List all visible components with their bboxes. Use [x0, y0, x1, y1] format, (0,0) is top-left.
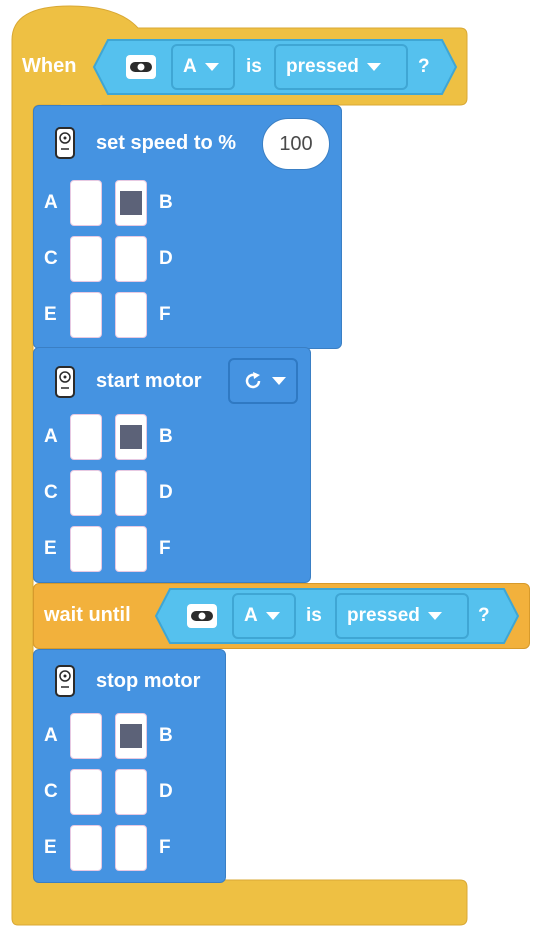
port-e-toggle[interactable]: [70, 526, 102, 572]
event-is-label: is: [246, 56, 262, 77]
port-a-toggle[interactable]: [70, 180, 102, 226]
port-label-f: F: [159, 304, 171, 325]
when-label: When: [22, 55, 77, 77]
port-label-e: E: [44, 304, 57, 325]
clockwise-arrow-icon: [245, 372, 261, 389]
motor-remote-icon: [55, 665, 75, 697]
event-question-mark: ?: [418, 56, 430, 77]
wait-state-dropdown[interactable]: pressed: [335, 593, 469, 639]
port-label-c: C: [44, 781, 58, 802]
port-label-d: D: [159, 248, 173, 269]
port-a-toggle[interactable]: [70, 414, 102, 460]
port-label-c: C: [44, 482, 58, 503]
port-label-d: D: [159, 781, 173, 802]
wait-port-dropdown[interactable]: A: [232, 593, 296, 639]
port-label-b: B: [159, 725, 173, 746]
port-label-c: C: [44, 248, 58, 269]
port-e-toggle[interactable]: [70, 825, 102, 871]
port-b-toggle[interactable]: [115, 414, 147, 460]
wait-until-label: wait until: [44, 604, 131, 626]
stop-motor-label: stop motor: [96, 670, 201, 692]
port-label-e: E: [44, 538, 57, 559]
chevron-down-icon: [204, 63, 219, 71]
port-label-f: F: [159, 837, 171, 858]
port-d-toggle[interactable]: [115, 769, 147, 815]
wait-port-value: A: [244, 605, 258, 626]
event-port-dropdown[interactable]: A: [171, 44, 235, 90]
port-c-toggle[interactable]: [70, 470, 102, 516]
port-a-toggle[interactable]: [70, 713, 102, 759]
wait-state-value: pressed: [347, 605, 420, 626]
port-label-b: B: [159, 192, 173, 213]
port-label-e: E: [44, 837, 57, 858]
event-port-value: A: [183, 56, 197, 77]
start-motor-label: start motor: [96, 370, 202, 392]
port-e-toggle[interactable]: [70, 292, 102, 338]
port-b-toggle[interactable]: [115, 713, 147, 759]
port-label-b: B: [159, 426, 173, 447]
motor-remote-icon: [55, 366, 75, 398]
hub-button-icon: [126, 55, 156, 79]
direction-dropdown[interactable]: [228, 358, 298, 404]
port-label-d: D: [159, 482, 173, 503]
port-label-f: F: [159, 538, 171, 559]
port-label-a: A: [44, 725, 58, 746]
wait-question-mark: ?: [478, 605, 490, 626]
hub-button-icon: [187, 604, 217, 628]
port-label-a: A: [44, 192, 58, 213]
port-label-a: A: [44, 426, 58, 447]
chevron-down-icon: [272, 377, 286, 385]
wait-is-label: is: [306, 605, 322, 626]
speed-value-input[interactable]: 100: [262, 118, 330, 170]
chevron-down-icon: [366, 63, 381, 71]
port-f-toggle[interactable]: [115, 825, 147, 871]
set-speed-label: set speed to %: [96, 132, 237, 154]
port-d-toggle[interactable]: [115, 236, 147, 282]
chevron-down-icon: [427, 612, 442, 620]
event-state-value: pressed: [286, 56, 359, 77]
port-d-toggle[interactable]: [115, 470, 147, 516]
port-f-toggle[interactable]: [115, 292, 147, 338]
port-b-toggle[interactable]: [115, 180, 147, 226]
port-c-toggle[interactable]: [70, 769, 102, 815]
motor-remote-icon: [55, 127, 75, 159]
event-state-dropdown[interactable]: pressed: [274, 44, 408, 90]
port-f-toggle[interactable]: [115, 526, 147, 572]
chevron-down-icon: [265, 612, 280, 620]
port-c-toggle[interactable]: [70, 236, 102, 282]
